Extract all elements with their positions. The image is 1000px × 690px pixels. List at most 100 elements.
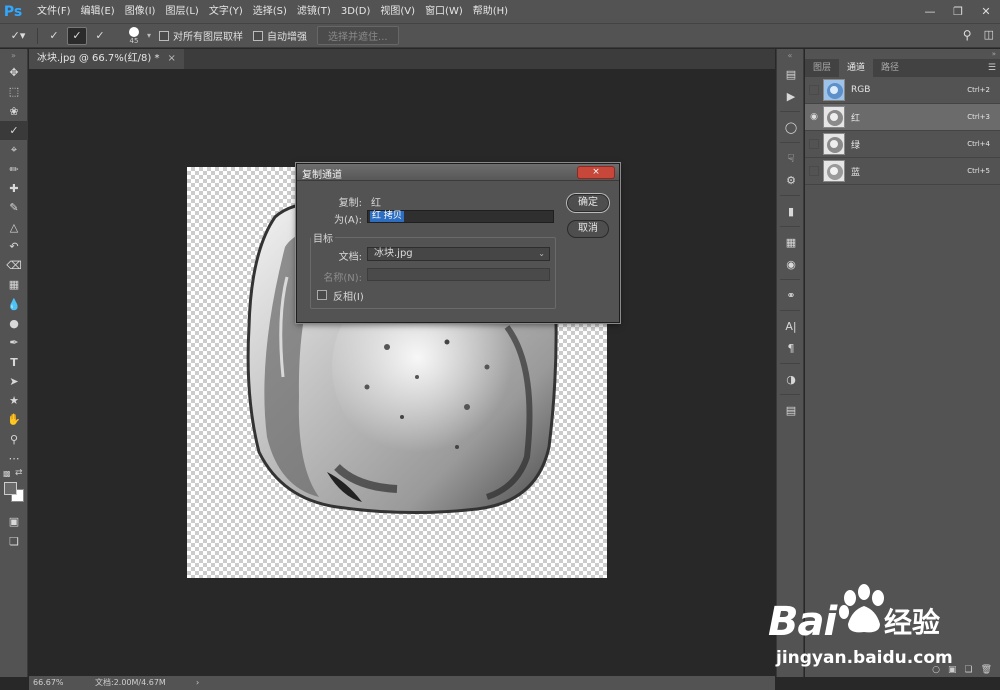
healing-brush-tool-icon[interactable]: ✚ <box>0 179 28 198</box>
character-icon[interactable]: A| <box>777 315 805 337</box>
hand-tool-icon[interactable]: ✋ <box>0 410 28 429</box>
as-name-input[interactable]: 红 拷贝 <box>367 210 554 223</box>
marquee-tool-icon[interactable]: ⬚ <box>0 82 28 101</box>
properties-icon[interactable]: ◑ <box>777 368 805 390</box>
sample-all-layers-checkbox[interactable] <box>159 30 170 41</box>
eye-icon[interactable]: ◉ <box>805 112 823 122</box>
brush-picker[interactable]: 45 <box>121 26 147 45</box>
menu-view[interactable]: 视图(V) <box>375 0 420 23</box>
options-right-icons: ⚲ ◫ <box>963 28 994 42</box>
info-icon[interactable]: ▤ <box>777 399 805 421</box>
tools-panel: » ✥ ⬚ ❀ ✓ ⌖ ✏ ✚ ✎ △ ↶ ⌫ ▦ 💧 ● ✒ T ➤ ★ ✋ … <box>0 49 28 677</box>
menu-edit[interactable]: 编辑(E) <box>76 0 120 23</box>
workspace-icon[interactable]: ◫ <box>984 28 994 42</box>
restore-icon[interactable]: ❐ <box>944 0 972 23</box>
dodge-tool-icon[interactable]: ● <box>0 314 28 333</box>
channel-row-blue[interactable]: 蓝 Ctrl+5 <box>805 158 1000 185</box>
menu-type[interactable]: 文字(Y) <box>204 0 248 23</box>
lasso-tool-icon[interactable]: ❀ <box>0 102 28 121</box>
quick-selection-preset-icon[interactable]: ✓▾ <box>8 27 28 45</box>
collapse-icon[interactable]: » <box>805 49 1000 59</box>
panel-menu-icon[interactable]: ☰ <box>988 59 996 77</box>
name-input[interactable] <box>367 268 550 281</box>
collapse-icon[interactable]: « <box>777 49 803 63</box>
document-label: 文档: <box>338 252 362 263</box>
close-icon[interactable]: ✕ <box>972 0 1000 23</box>
name-label: 名称(N): <box>323 273 362 284</box>
type-tool-icon[interactable]: T <box>0 352 28 371</box>
history-icon[interactable]: ▤ <box>777 63 805 85</box>
add-to-selection-brush-icon[interactable]: ✓ <box>67 26 87 45</box>
status-menu-arrow-icon[interactable]: › <box>196 676 199 690</box>
shape-tool-icon[interactable]: ★ <box>0 391 28 410</box>
actions-play-icon[interactable]: ▶ <box>777 85 805 107</box>
brush-settings-icon[interactable]: ☟ <box>777 147 805 169</box>
zoom-tool-icon[interactable]: ⚲ <box>0 430 28 449</box>
tab-channels[interactable]: 通道 <box>839 59 874 77</box>
visibility-toggle[interactable] <box>809 139 819 149</box>
close-tab-icon[interactable]: × <box>168 53 176 64</box>
dialog-title-bar[interactable]: 复制通道 × <box>297 164 619 181</box>
libraries-icon[interactable]: ⚭ <box>777 284 805 306</box>
menu-image[interactable]: 图像(I) <box>120 0 161 23</box>
menu-filter[interactable]: 滤镜(T) <box>292 0 336 23</box>
color-palette-icon[interactable]: ◉ <box>777 253 805 275</box>
menu-select[interactable]: 选择(S) <box>248 0 292 23</box>
brush-tool-icon[interactable]: ✎ <box>0 198 28 217</box>
history-brush-tool-icon[interactable]: ↶ <box>0 237 28 256</box>
ok-button[interactable]: 确定 <box>567 194 609 212</box>
adjustments-icon[interactable]: ◯ <box>777 116 805 138</box>
default-colors-icon[interactable]: ▩ <box>3 469 11 478</box>
menu-file[interactable]: 文件(F) <box>32 0 76 23</box>
auto-enhance-checkbox[interactable] <box>253 30 264 41</box>
quick-selection-tool-icon[interactable]: ✓ <box>0 120 28 141</box>
collapse-icon[interactable]: » <box>0 49 27 63</box>
new-selection-brush-icon[interactable]: ✓ <box>44 27 64 45</box>
eraser-tool-icon[interactable]: ⌫ <box>0 256 28 275</box>
menu-help[interactable]: 帮助(H) <box>468 0 513 23</box>
path-selection-tool-icon[interactable]: ➤ <box>0 372 28 391</box>
visibility-toggle[interactable] <box>809 85 819 95</box>
foreground-color-swatch[interactable] <box>4 482 17 496</box>
document-select[interactable]: 冰块.jpg ⌄ <box>367 247 550 261</box>
gradient-tool-icon[interactable]: ▦ <box>0 275 28 294</box>
swatches-grid-icon[interactable]: ▦ <box>777 231 805 253</box>
photoshop-logo: Ps <box>3 3 23 20</box>
blur-tool-icon[interactable]: 💧 <box>0 295 28 314</box>
chevron-down-icon[interactable]: ▾ <box>147 31 151 40</box>
subtract-from-selection-brush-icon[interactable]: ✓ <box>90 27 110 45</box>
quick-mask-icon[interactable]: ▣ <box>0 512 28 531</box>
search-icon[interactable]: ⚲ <box>963 28 972 42</box>
paragraph-icon[interactable]: ¶ <box>777 337 805 359</box>
select-and-mask-button[interactable]: 选择并遮住... <box>317 26 399 45</box>
visibility-toggle[interactable] <box>809 166 819 176</box>
channel-row-green[interactable]: 绿 Ctrl+4 <box>805 131 1000 158</box>
invert-checkbox[interactable] <box>317 290 327 300</box>
menu-layer[interactable]: 图层(L) <box>160 0 203 23</box>
sliders-icon[interactable]: ⚙ <box>777 169 805 191</box>
window-controls: — ❐ ✕ <box>916 0 1000 23</box>
zoom-level[interactable]: 66.67% <box>33 676 64 690</box>
status-bar: 66.67% 文档:2.00M/4.67M › <box>29 676 775 690</box>
canvas-area[interactable] <box>29 69 775 676</box>
tab-layers[interactable]: 图层 <box>805 59 839 77</box>
more-tools-icon[interactable]: ⋯ <box>0 449 28 468</box>
move-tool-icon[interactable]: ✥ <box>0 63 28 82</box>
clone-stamp-tool-icon[interactable]: △ <box>0 217 28 236</box>
channel-row-rgb[interactable]: RGB Ctrl+2 <box>805 77 1000 104</box>
pen-tool-icon[interactable]: ✒ <box>0 333 28 352</box>
crop-tool-icon[interactable]: ⌖ <box>0 140 28 159</box>
chevron-down-icon: ⌄ <box>538 249 545 258</box>
menu-window[interactable]: 窗口(W) <box>420 0 468 23</box>
minimize-icon[interactable]: — <box>916 0 944 23</box>
menu-3d[interactable]: 3D(D) <box>336 0 376 23</box>
close-icon[interactable]: × <box>577 166 615 179</box>
channel-row-red[interactable]: ◉ 红 Ctrl+3 <box>805 104 1000 131</box>
document-tab[interactable]: 冰块.jpg @ 66.7%(红/8) * × <box>29 49 184 69</box>
swap-colors-icon[interactable]: ⇄ <box>15 468 23 478</box>
screen-mode-icon[interactable]: ❏ <box>0 532 28 551</box>
tab-paths[interactable]: 路径 <box>873 59 907 77</box>
clone-source-icon[interactable]: ▮ <box>777 200 805 222</box>
eyedropper-tool-icon[interactable]: ✏ <box>0 159 28 178</box>
cancel-button[interactable]: 取消 <box>567 220 609 238</box>
